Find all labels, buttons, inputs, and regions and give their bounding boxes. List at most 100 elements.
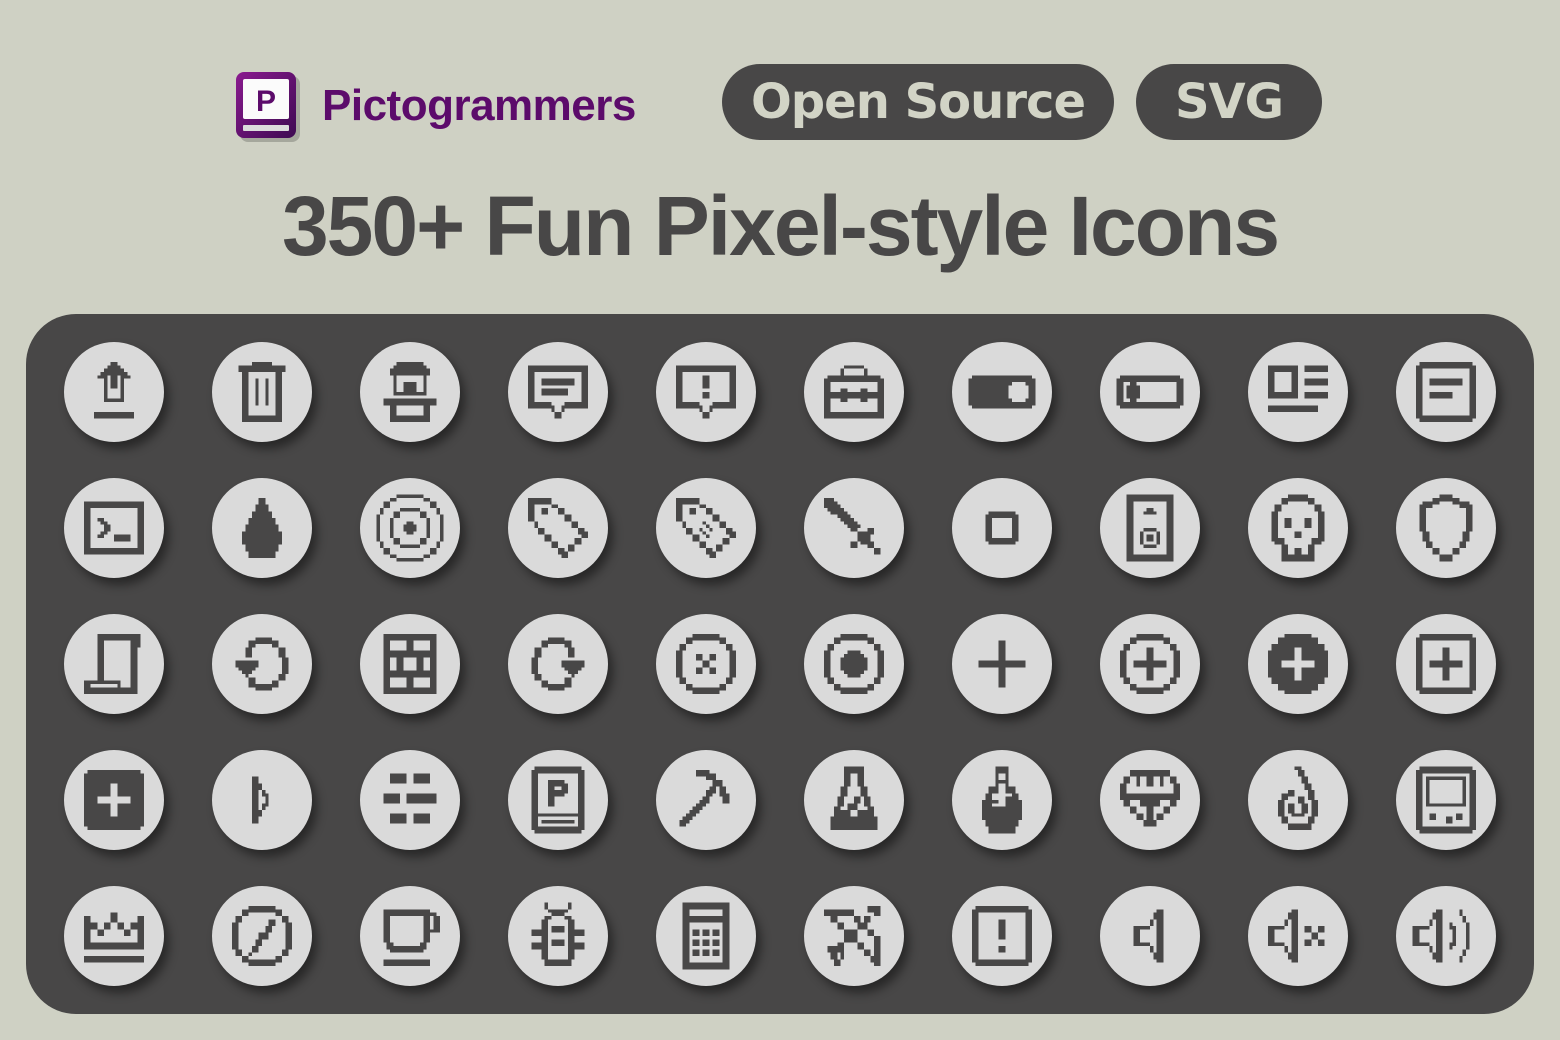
pickaxe-icon: [679, 770, 730, 827]
plus-circle-icon: [1268, 634, 1328, 694]
icon-tile-alert-box[interactable]: [952, 886, 1052, 986]
icon-tile-gameboy[interactable]: [1396, 750, 1496, 850]
icon-tile-potion[interactable]: [952, 750, 1052, 850]
brand-name: Pictogrammers: [322, 81, 636, 130]
message-text-icon: [528, 365, 588, 419]
icon-tile-skull[interactable]: [1248, 478, 1348, 578]
icon-tile-redo[interactable]: [508, 614, 608, 714]
restore-icon: [235, 637, 289, 691]
plus-box-outline-icon: [1416, 634, 1476, 694]
tag-text-icon: [676, 498, 736, 558]
icon-tile-message-text[interactable]: [508, 342, 608, 442]
redo-icon: [531, 637, 585, 691]
icon-tile-message-alert[interactable]: [656, 342, 756, 442]
store-icon: [383, 362, 437, 422]
bow-arrow-icon: [824, 906, 881, 966]
icon-tile-newspaper[interactable]: [1248, 342, 1348, 442]
icon-tile-plus-circle-outline[interactable]: [1100, 614, 1200, 714]
icon-tile-volume-low[interactable]: [1100, 886, 1200, 986]
icon-tile-calculator[interactable]: [656, 886, 756, 986]
wall-icon: [383, 634, 437, 694]
stop-square-icon: [985, 511, 1019, 545]
tag-icon: [528, 498, 588, 558]
icon-tile-close-circle[interactable]: [656, 614, 756, 714]
icon-tile-diamond[interactable]: [1100, 750, 1200, 850]
crown-icon: [84, 912, 144, 963]
icon-tile-terminal[interactable]: [64, 478, 164, 578]
icon-tile-plus[interactable]: [952, 614, 1052, 714]
bricks-icon: [383, 773, 437, 824]
headline: 350+ Fun Pixel-style Icons: [281, 179, 1280, 273]
plus-circle-outline-icon: [1120, 634, 1180, 694]
icon-tile-compass[interactable]: [212, 886, 312, 986]
icon-tile-sword[interactable]: [804, 478, 904, 578]
water-drop-icon: [242, 498, 282, 558]
icon-tile-shield[interactable]: [1396, 478, 1496, 578]
toggle-off-icon: [1116, 375, 1184, 409]
icon-tile-radiobox[interactable]: [804, 614, 904, 714]
svg-text:P: P: [256, 85, 276, 118]
icon-tile-restore[interactable]: [212, 614, 312, 714]
icon-tile-plus-box[interactable]: [64, 750, 164, 850]
svg-badge: SVG: [1136, 64, 1322, 140]
brand[interactable]: P Pictogrammers: [236, 70, 636, 142]
icon-tile-pickaxe[interactable]: [656, 750, 756, 850]
icon-tile-toggle-on[interactable]: [952, 342, 1052, 442]
bug-icon: [531, 902, 585, 966]
radiobox-marked-icon: [824, 634, 884, 694]
potion-icon: [982, 766, 1022, 834]
icon-tile-target[interactable]: [360, 478, 460, 578]
icon-tile-pictogrammers[interactable]: [508, 750, 608, 850]
message-alert-icon: [676, 365, 736, 419]
coffee-icon: [383, 909, 440, 966]
flask-icon: [830, 766, 878, 830]
icon-tile-trash[interactable]: [212, 342, 312, 442]
icon-tile-plus-box-outline[interactable]: [1396, 614, 1496, 714]
calculator-icon: [682, 902, 730, 970]
icon-tile-toolbox[interactable]: [804, 342, 904, 442]
speaker-icon: [1126, 494, 1174, 562]
icon-tile-water[interactable]: [212, 478, 312, 578]
icon-tile-bug[interactable]: [508, 886, 608, 986]
open-source-badge: Open Source: [722, 64, 1114, 140]
icon-tile-play[interactable]: [212, 750, 312, 850]
icon-tile-tag[interactable]: [508, 478, 608, 578]
icon-tile-upload[interactable]: [64, 342, 164, 442]
icon-tile-fire[interactable]: [1248, 750, 1348, 850]
icon-panel: [26, 314, 1534, 1014]
icon-tile-coffee[interactable]: [360, 886, 460, 986]
note-text-icon: [1416, 362, 1476, 422]
terminal-icon: [84, 501, 144, 555]
icon-tile-plus-circle[interactable]: [1248, 614, 1348, 714]
toggle-on-icon: [968, 375, 1036, 409]
compass-icon: [232, 906, 292, 966]
close-circle-icon: [676, 634, 736, 694]
header: P Pictogrammers Open Source SVG: [0, 64, 1560, 142]
skull-icon: [1271, 494, 1325, 562]
sword-icon: [824, 498, 881, 555]
plus-icon: [978, 640, 1026, 688]
shield-icon: [1419, 494, 1473, 562]
volume-high-icon: [1412, 909, 1470, 963]
icon-tile-toggle-off[interactable]: [1100, 342, 1200, 442]
icon-tile-wall[interactable]: [360, 614, 460, 714]
icon-tile-volume-mute[interactable]: [1248, 886, 1348, 986]
upload-icon: [94, 362, 134, 419]
icon-tile-bricks[interactable]: [360, 750, 460, 850]
icon-tile-speaker[interactable]: [1100, 478, 1200, 578]
icon-tile-store[interactable]: [360, 342, 460, 442]
icon-tile-script[interactable]: [64, 614, 164, 714]
alert-box-icon: [972, 906, 1032, 966]
trash-icon: [238, 362, 286, 422]
newspaper-icon: [1268, 365, 1328, 412]
icon-tile-flask[interactable]: [804, 750, 904, 850]
icon-tile-volume-high[interactable]: [1396, 886, 1496, 986]
icon-tile-bow-arrow[interactable]: [804, 886, 904, 986]
icon-tile-crown[interactable]: [64, 886, 164, 986]
icon-tile-tag-text[interactable]: [656, 478, 756, 578]
icon-tile-stop[interactable]: [952, 478, 1052, 578]
icon-tile-note-text[interactable]: [1396, 342, 1496, 442]
volume-low-icon: [1133, 909, 1164, 963]
icon-grid: [64, 342, 1496, 986]
volume-mute-icon: [1268, 909, 1325, 963]
